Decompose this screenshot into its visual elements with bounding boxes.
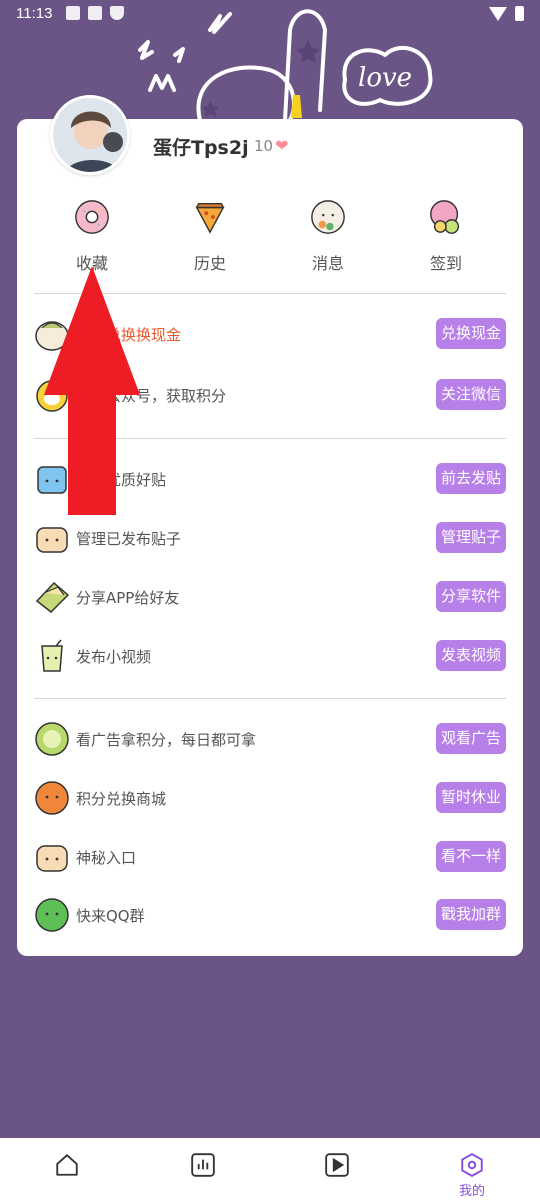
quick-actions: 收藏 历史 消息 签到 bbox=[17, 198, 523, 278]
divider bbox=[34, 293, 506, 294]
melon-icon bbox=[35, 722, 69, 756]
join-qq-button[interactable]: 戳我加群 bbox=[436, 899, 506, 930]
list-item-text: 管理已发布贴子 bbox=[76, 530, 182, 548]
list-item-text: 看广告拿积分，每日都可拿 bbox=[76, 731, 257, 749]
bun-icon bbox=[35, 321, 69, 351]
mochi-icon bbox=[430, 200, 460, 234]
cheese-icon bbox=[35, 581, 70, 614]
tab-label-mine: 我的 bbox=[458, 1184, 485, 1199]
share-app-button[interactable]: 分享软件 bbox=[436, 581, 506, 612]
follow-wechat-button[interactable]: 关注微信 bbox=[436, 379, 506, 410]
svg-text:love: love bbox=[358, 63, 412, 93]
tab-video[interactable] bbox=[307, 1138, 367, 1200]
secret-entry-button[interactable]: 看不一样 bbox=[436, 841, 506, 872]
list-item-text: 神秘入口 bbox=[76, 849, 137, 867]
list-item-text: 快来QQ群 bbox=[76, 907, 145, 925]
list-item-publish-video: 发布小视频 发表视频 bbox=[34, 636, 506, 676]
quick-history[interactable]: 历史 bbox=[170, 198, 250, 274]
list-item-secret-entry: 神秘入口 看不一样 bbox=[34, 837, 506, 877]
divider bbox=[34, 698, 506, 699]
exchange-cash-button[interactable]: 兑换现金 bbox=[436, 318, 506, 349]
points-value: 10 bbox=[254, 136, 274, 155]
drink-icon bbox=[41, 639, 63, 672]
play-icon bbox=[325, 1153, 349, 1177]
donut-icon bbox=[75, 200, 109, 234]
tab-stats[interactable] bbox=[173, 1138, 233, 1200]
list-item-qq-group: 快来QQ群 戳我加群 bbox=[34, 895, 506, 935]
avatar[interactable] bbox=[50, 95, 130, 175]
list-item-watch-ads: 看广告拿积分，每日都可拿 观看广告 bbox=[34, 719, 506, 759]
divider bbox=[34, 438, 506, 439]
quick-label-checkin: 签到 bbox=[429, 254, 462, 273]
sushi-icon bbox=[311, 200, 345, 234]
quick-favorites[interactable]: 收藏 bbox=[52, 198, 132, 274]
list-item-text: 微信公众号，获取积分 bbox=[76, 387, 227, 405]
list-item-text: 发布小视频 bbox=[76, 648, 152, 666]
lime-icon bbox=[35, 898, 69, 932]
tab-home[interactable] bbox=[37, 1138, 97, 1200]
list-item-text: 硬币兑换换现金 bbox=[76, 326, 182, 344]
quick-label-history: 历史 bbox=[193, 254, 226, 273]
orange-icon bbox=[35, 781, 69, 815]
list-item-text: 子发优质好贴 bbox=[76, 471, 167, 489]
list-item-post: 子发优质好贴 前去发贴 bbox=[34, 459, 506, 499]
tab-mine[interactable]: 我的 bbox=[442, 1138, 502, 1200]
bread-icon bbox=[36, 845, 68, 872]
publish-video-button[interactable]: 发表视频 bbox=[436, 640, 506, 671]
list-item-exchange-cash: 硬币兑换换现金 兑换现金 bbox=[34, 314, 506, 354]
egg-icon bbox=[36, 380, 68, 412]
quick-checkin[interactable]: 签到 bbox=[406, 198, 486, 274]
points-mall-button[interactable]: 暂时休业 bbox=[436, 782, 506, 813]
watch-ads-button[interactable]: 观看广告 bbox=[436, 723, 506, 754]
home-icon bbox=[56, 1154, 78, 1176]
username: 蛋仔Tps2j bbox=[153, 137, 249, 159]
list-item-text: 积分兑换商城 bbox=[76, 790, 167, 808]
pizza-icon bbox=[195, 202, 225, 234]
go-post-button[interactable]: 前去发贴 bbox=[436, 463, 506, 494]
quick-label-favorites: 收藏 bbox=[75, 254, 108, 273]
list-item-text: 分享APP给好友 bbox=[76, 589, 180, 607]
ice-cube-icon bbox=[37, 466, 67, 494]
list-item-manage-posts: 管理已发布贴子 管理贴子 bbox=[34, 518, 506, 558]
manage-posts-button[interactable]: 管理贴子 bbox=[436, 522, 506, 553]
quick-label-messages: 消息 bbox=[311, 254, 344, 273]
chart-icon bbox=[191, 1153, 215, 1177]
quick-messages[interactable]: 消息 bbox=[288, 198, 368, 274]
bottom-tab-bar: 我的 bbox=[0, 1138, 540, 1200]
list-item-share-app: 分享APP给好友 分享软件 bbox=[34, 577, 506, 617]
list-item-points-mall: 积分兑换商城 暂时休业 bbox=[34, 778, 506, 818]
list-item-follow-wechat: 微信公众号，获取积分 关注微信 bbox=[34, 375, 506, 415]
heart-icon: ❤ bbox=[275, 136, 289, 155]
profile-hexagon-icon bbox=[461, 1153, 483, 1177]
cake-icon bbox=[36, 527, 68, 553]
points-display: 10 ❤ bbox=[254, 136, 289, 155]
